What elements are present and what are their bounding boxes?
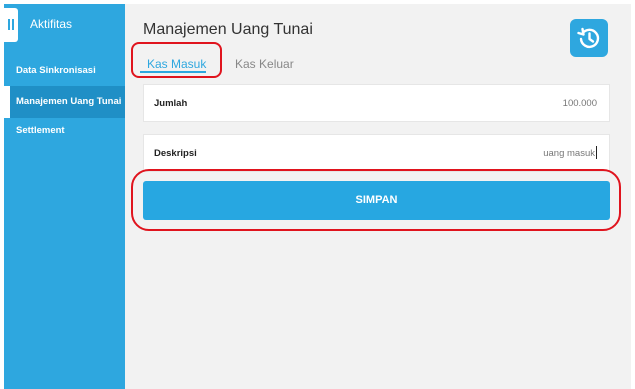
text-caret <box>596 146 597 159</box>
annotation-highlight-save <box>131 169 621 231</box>
deskripsi-value[interactable]: uang masuk <box>395 148 595 159</box>
jumlah-label: Jumlah <box>154 98 188 109</box>
menu-toggle-icon[interactable] <box>4 8 18 42</box>
sidebar: Aktifitas Data Sinkronisasi Manajemen Ua… <box>4 4 125 389</box>
sidebar-item-settlement[interactable]: Settlement <box>4 116 125 146</box>
deskripsi-field[interactable]: Deskripsi uang masuk <box>143 134 610 172</box>
history-button[interactable] <box>570 19 608 57</box>
sidebar-item-data-sinkronisasi[interactable]: Data Sinkronisasi <box>4 56 125 86</box>
jumlah-value[interactable]: 100.000 <box>397 98 597 109</box>
sidebar-item-manajemen-uang-tunai[interactable]: Manajemen Uang Tunai <box>4 86 125 118</box>
app-frame: Aktifitas Data Sinkronisasi Manajemen Ua… <box>0 0 635 389</box>
sidebar-header: Aktifitas <box>4 4 125 44</box>
annotation-highlight-tab <box>131 42 222 78</box>
tab-kas-keluar[interactable]: Kas Keluar <box>235 57 294 71</box>
jumlah-field[interactable]: Jumlah 100.000 <box>143 84 610 122</box>
sidebar-title: Aktifitas <box>30 17 73 31</box>
history-icon <box>577 27 600 49</box>
page-title: Manajemen Uang Tunai <box>143 21 313 38</box>
deskripsi-label: Deskripsi <box>154 148 197 159</box>
